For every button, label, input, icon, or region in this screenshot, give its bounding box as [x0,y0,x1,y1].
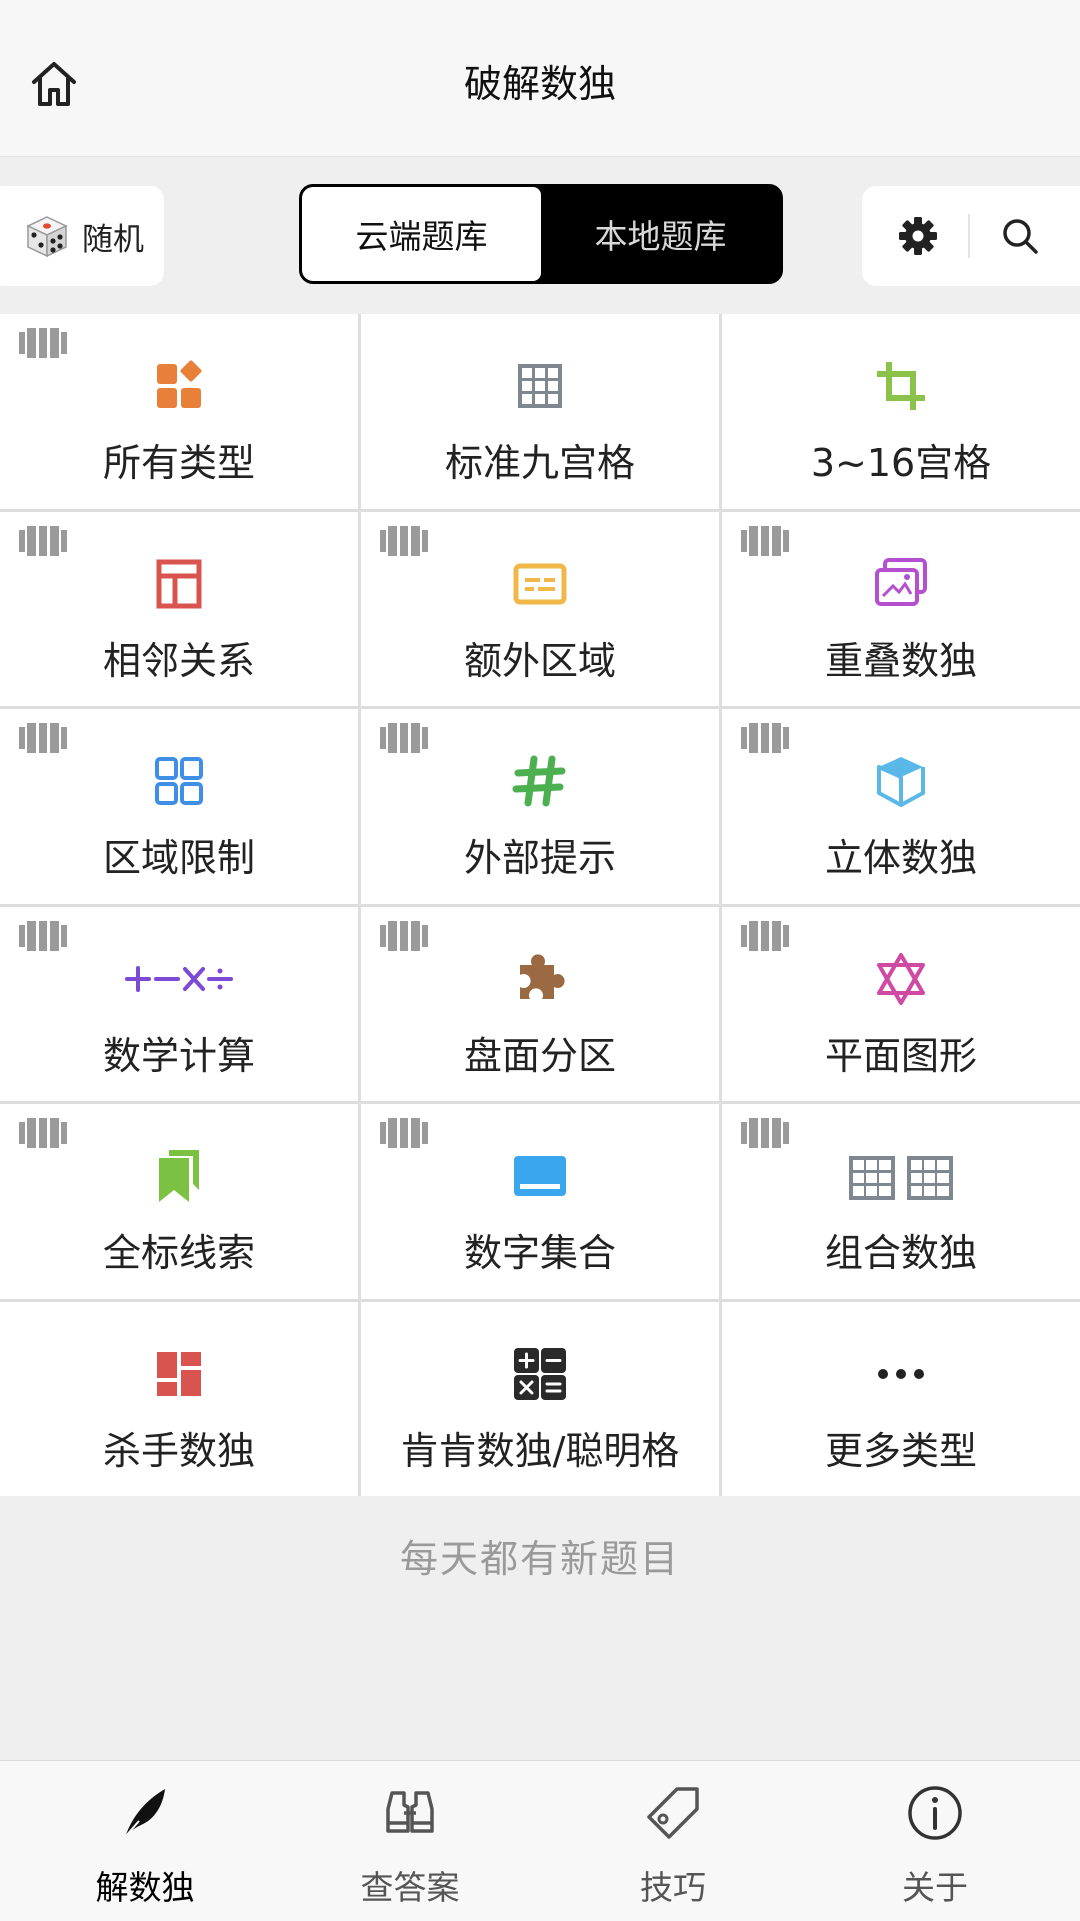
bookmarks-icon [159,1150,199,1202]
category-grid: 所有类型 标准九宫格 3~16宫格 相邻关系 额外区域 重叠数独 区域限制 外部… [0,314,1080,1496]
layout-icon [156,559,202,608]
bottom-nav: 解数独 查答案 技巧 关于 [0,1760,1080,1921]
film-tag-icon [741,723,789,753]
category-standard-9x9[interactable]: 标准九宫格 [361,314,719,509]
category-3d[interactable]: 立体数独 [722,709,1080,904]
category-label: 组合数独 [824,1231,977,1275]
tag-icon [647,1787,699,1839]
tools-group [862,186,1080,286]
random-label: 随机 [82,221,144,258]
film-tag-icon [741,1118,789,1148]
dashboard-icon [157,1351,201,1396]
grid-icon [518,364,562,408]
random-button[interactable]: 随机 [0,186,164,286]
nav-item-solve[interactable]: 解数独 [45,1761,245,1921]
category-label: 相邻关系 [102,638,255,683]
category-extra-region[interactable]: 额外区域 [361,511,719,706]
math-operators-icon [125,965,233,992]
tools-divider [968,214,970,258]
film-tag-icon [19,525,67,556]
category-killer[interactable]: 杀手数独 [0,1301,358,1496]
film-tag-icon [19,723,67,753]
segment-local[interactable]: 本地题库 [541,187,780,281]
category-label: 肯肯数独/聪明格 [400,1428,680,1473]
category-label: 盘面分区 [463,1033,616,1078]
category-kenken[interactable]: 肯肯数独/聪明格 [361,1301,719,1496]
more-dots-icon [878,1368,924,1379]
category-more[interactable]: 更多类型 [722,1301,1080,1496]
film-tag-icon [19,920,67,951]
film-tag-icon [380,1118,428,1148]
dice-icon [26,216,68,258]
search-icon[interactable] [998,214,1042,258]
source-segmented-control: 云端题库 本地题库 [299,184,783,284]
subtitles-icon [513,563,567,604]
category-label: 标准九宫格 [444,441,635,485]
nav-item-tips[interactable]: 技巧 [573,1761,773,1921]
photos-icon [875,557,927,606]
nav-label: 查答案 [360,1868,460,1907]
daily-new-puzzles-note: 每天都有新题目 [399,1537,680,1581]
nav-label: 关于 [902,1868,968,1907]
film-tag-icon [19,328,67,358]
category-all-types[interactable]: 所有类型 [0,314,358,509]
category-full-clues[interactable]: 全标线索 [0,1104,358,1299]
category-math[interactable]: 数学计算 [0,906,358,1101]
star-of-david-icon [877,952,925,1005]
gear-icon[interactable] [896,214,940,258]
cube-icon [877,757,925,807]
page-title: 破解数独 [463,62,616,106]
category-label: 区域限制 [102,836,255,880]
hashtag-icon [512,755,566,807]
category-label: 3~16宫格 [810,441,992,485]
film-tag-icon [380,723,428,753]
category-3-16-grid[interactable]: 3~16宫格 [722,314,1080,509]
category-label: 数字集合 [463,1231,616,1275]
nav-item-about[interactable]: 关于 [835,1761,1035,1921]
category-label: 额外区域 [463,638,616,683]
four-squares-icon [155,757,203,805]
category-label: 全标线索 [102,1231,255,1275]
category-label: 重叠数独 [824,638,977,683]
film-tag-icon [380,920,428,951]
category-label: 杀手数独 [102,1428,255,1473]
category-plane-shape[interactable]: 平面图形 [722,906,1080,1101]
nav-item-answers[interactable]: 查答案 [310,1761,510,1921]
film-tag-icon [19,1118,67,1148]
toolbar: 随机 云端题库 本地题库 [0,156,1080,306]
category-label: 外部提示 [463,836,616,880]
category-number-set[interactable]: 数字集合 [361,1104,719,1299]
calculator-icon [514,1347,566,1400]
category-label: 立体数独 [824,836,977,880]
category-label: 数学计算 [102,1033,255,1078]
laptop-icon [514,1156,566,1196]
category-overlap[interactable]: 重叠数独 [722,511,1080,706]
category-label: 所有类型 [102,441,255,485]
nav-label: 解数独 [95,1868,195,1907]
category-outside-hint[interactable]: 外部提示 [361,709,719,904]
category-partition[interactable]: 盘面分区 [361,906,719,1101]
apps-icon [157,360,202,408]
binoculars-icon [386,1791,434,1833]
category-label: 更多类型 [824,1428,977,1473]
category-combination[interactable]: 组合数独 [722,1104,1080,1299]
film-tag-icon [741,920,789,951]
film-tag-icon [741,525,789,556]
segment-cloud[interactable]: 云端题库 [302,187,541,281]
double-grid-icon [849,1156,953,1200]
category-adjacency[interactable]: 相邻关系 [0,511,358,706]
puzzle-piece-icon [520,953,565,999]
category-region-limit[interactable]: 区域限制 [0,709,358,904]
film-tag-icon [380,525,428,556]
top-bar: 破解数独 [0,0,1080,157]
nav-label: 技巧 [640,1868,706,1907]
crop-icon [877,362,925,410]
quill-icon [124,1789,165,1838]
info-icon [908,1786,962,1840]
category-label: 平面图形 [824,1033,977,1078]
